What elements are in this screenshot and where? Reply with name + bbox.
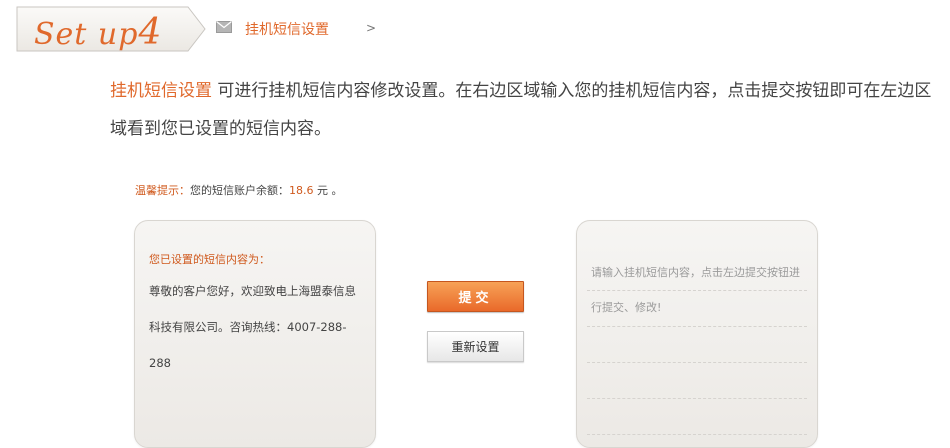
current-message-panel: 您已设置的短信内容为： 尊敬的客户您好，欢迎致电上海盟泰信息科技有限公司。咨询热… [134,220,376,448]
breadcrumb[interactable]: 挂机短信设置 [245,19,329,39]
textarea-line [587,327,807,363]
step-tab: Set up4 [16,6,206,53]
reset-button[interactable]: 重新设置 [427,331,524,362]
tip-suffix: 元 。 [313,184,343,197]
intro-text: 可进行挂机短信内容修改设置。在右边区域输入您的挂机短信内容，点击提交按钮即可在左… [110,81,932,139]
balance-amount: 18.6 [289,184,314,197]
current-message-title: 您已设置的短信内容为： [149,253,270,266]
submit-button[interactable]: 提交 [427,281,524,312]
tip-label: 温馨提示： [135,184,190,197]
step-number: 4 [138,12,163,53]
step-text: Set up [34,17,139,52]
textarea-line [587,363,807,399]
balance-tip: 温馨提示：您的短信账户余额：18.6 元 。 [135,182,343,198]
current-message-content: 尊敬的客户您好，欢迎致电上海盟泰信息科技有限公司。咨询热线：4007-288-2… [149,284,356,370]
message-input-area[interactable]: 请输入挂机短信内容，点击左边提交按钮进行提交、修改! [576,220,818,448]
message-input-placeholder[interactable]: 请输入挂机短信内容，点击左边提交按钮进行提交、修改! [591,255,803,325]
tip-text: 您的短信账户余额： [190,184,289,197]
textarea-line [587,399,807,435]
mail-icon [216,21,232,33]
breadcrumb-separator: > [366,21,377,35]
intro-paragraph: 挂机短信设置 可进行挂机短信内容修改设置。在右边区域输入您的挂机短信内容，点击提… [110,72,935,148]
step-label: Set up4 [34,12,162,53]
intro-highlight: 挂机短信设置 [110,81,212,101]
